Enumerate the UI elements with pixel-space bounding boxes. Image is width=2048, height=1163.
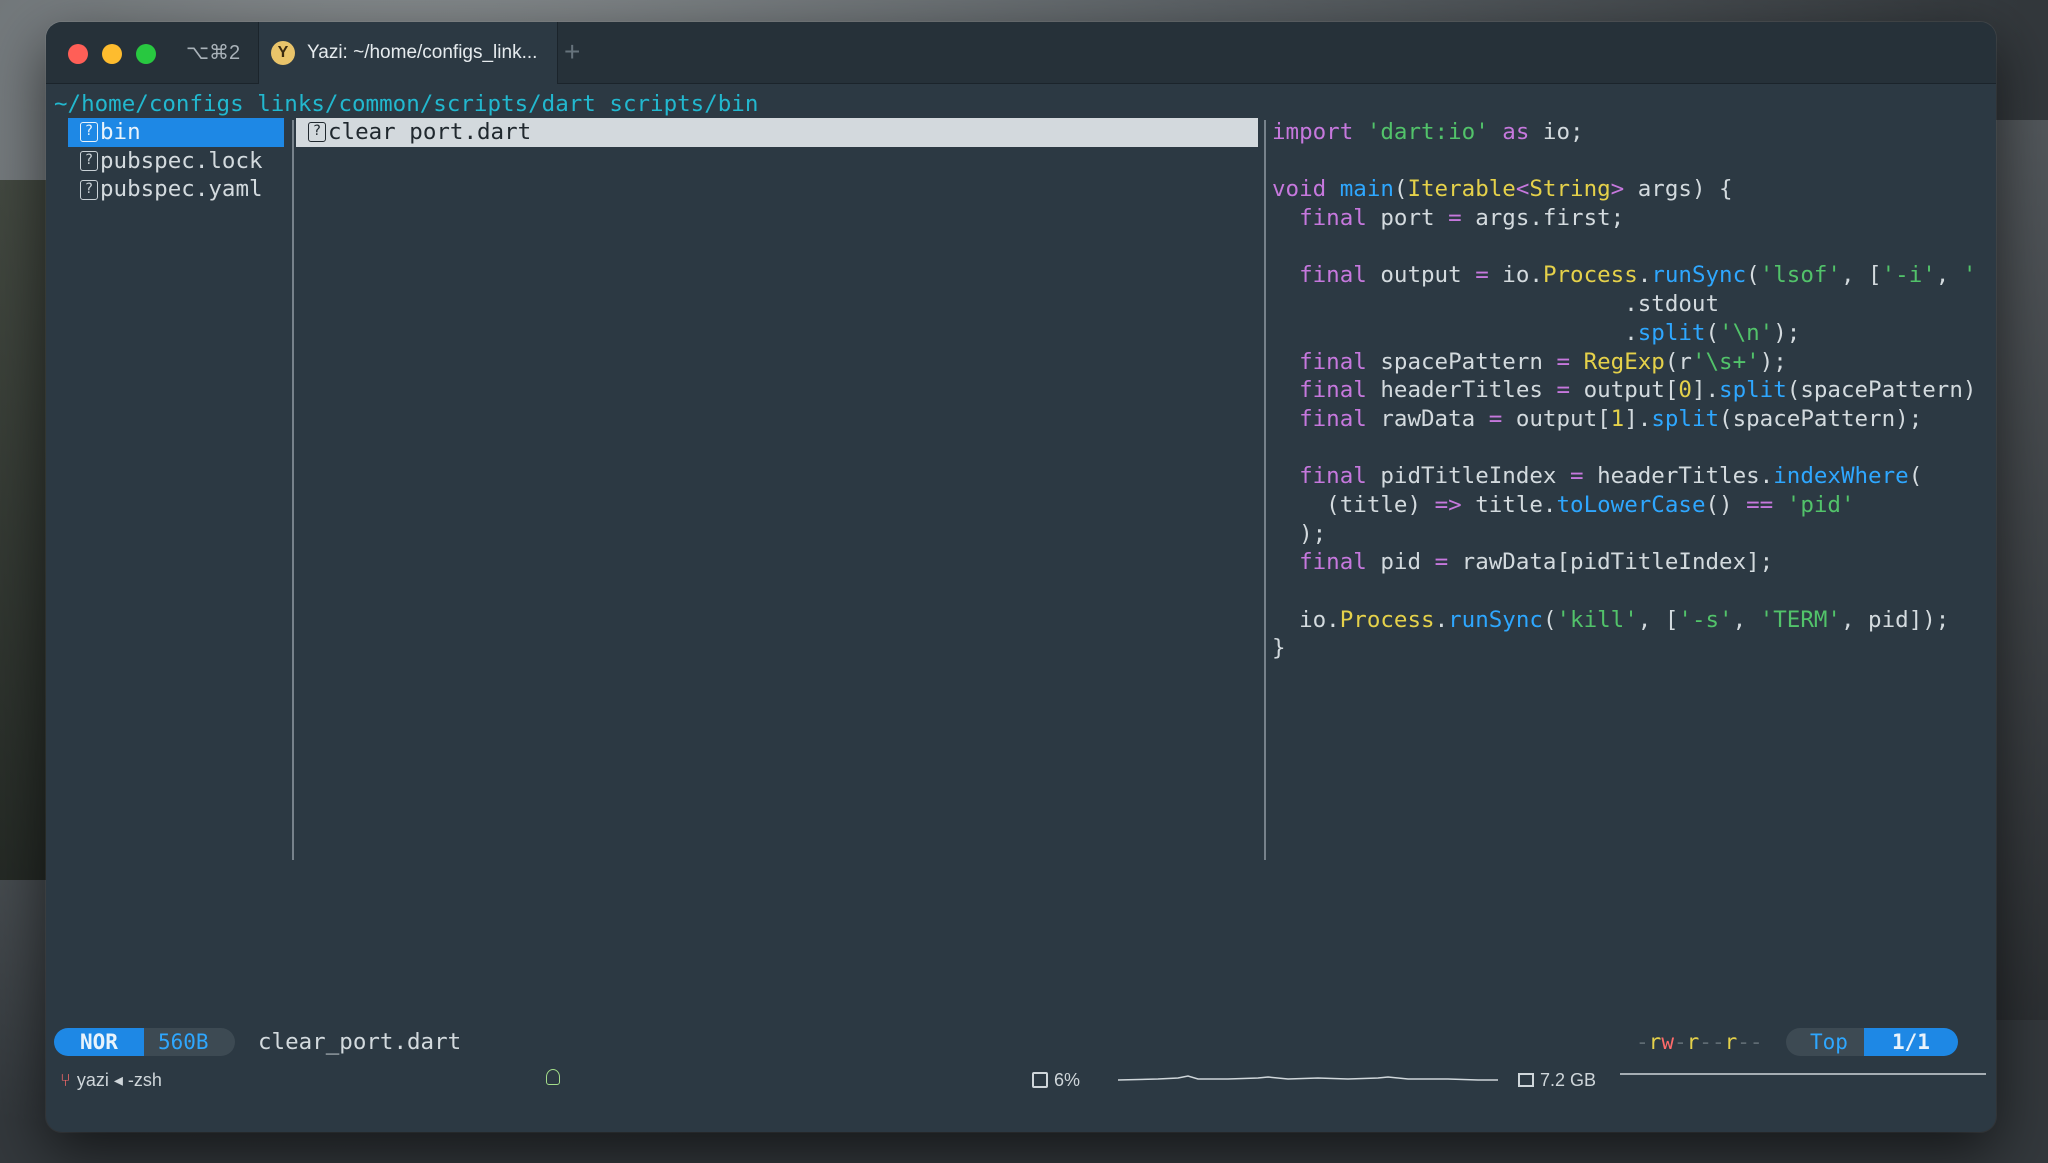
git-branch-icon: ⑂ (60, 1070, 71, 1090)
code-line: final pidTitleIndex = headerTitles.index… (1299, 463, 1923, 490)
minimize-traffic-light[interactable] (102, 44, 122, 64)
maximize-traffic-light[interactable] (136, 44, 156, 64)
unknown-file-icon: ? (80, 151, 98, 172)
unknown-file-icon: ? (80, 122, 98, 143)
memory-sparkline (1620, 1073, 1986, 1075)
file-name: clear port.dart (328, 119, 532, 145)
memory-icon (1518, 1073, 1534, 1088)
code-line: (title) => title.toLowerCase() == 'pid' (1272, 491, 1855, 518)
list-item[interactable]: ? pubspec.yaml (68, 175, 284, 204)
position-indicator: Top 1/1 (1786, 1028, 1958, 1056)
user-indicator (546, 1069, 560, 1085)
unknown-file-icon: ? (308, 122, 326, 143)
code-line: ); (1272, 520, 1327, 547)
cpu-icon (1032, 1072, 1048, 1089)
code-line: final rawData = output[1].split(spacePat… (1299, 405, 1923, 432)
terminal-window: ⌥⌘2 Y Yazi: ~/home/configs_link... + ~/h… (46, 22, 1996, 1132)
code-line: final port = args.first; (1299, 205, 1625, 232)
code-line: import 'dart:io' as io; (1272, 119, 1584, 145)
session-indicator: ⑂ yazi ◂ -zsh (60, 1066, 162, 1095)
status-filename: clear_port.dart (258, 1028, 462, 1055)
file-permissions: -rw-r--r-- (1636, 1029, 1763, 1054)
session-label: yazi ◂ -zsh (76, 1070, 162, 1090)
pane-divider (1264, 120, 1266, 860)
list-item[interactable]: ? clear port.dart (296, 118, 1258, 147)
file-preview-pane: import 'dart:io' as io; void main(Iterab… (1272, 118, 1992, 663)
current-directory-path: ~/home/configs links/common/scripts/dart… (54, 91, 759, 117)
code-line: void main(Iterable<String> args) { (1272, 176, 1733, 203)
code-line: final spacePattern = RegExp(r'\s+'); (1299, 348, 1787, 375)
tab-yazi[interactable]: Y Yazi: ~/home/configs_link... (258, 22, 558, 84)
file-name: pubspec.lock (100, 147, 263, 174)
yazi-icon: Y (271, 41, 295, 65)
titlebar: ⌥⌘2 Y Yazi: ~/home/configs_link... + (46, 22, 1996, 84)
tab-title: Yazi: ~/home/configs_link... (307, 42, 538, 63)
scroll-position: Top (1786, 1028, 1864, 1056)
cpu-usage: 6% (1054, 1070, 1081, 1090)
code-line: final pid = rawData[pidTitleIndex]; (1299, 549, 1774, 576)
code-line: .split('\n'); (1272, 319, 1801, 346)
close-traffic-light[interactable] (68, 44, 88, 64)
memory-usage: 7.2 GB (1540, 1070, 1597, 1090)
code-line: } (1272, 635, 1286, 662)
mode-label: NOR (54, 1028, 144, 1056)
parent-directory-pane: ? bin ? pubspec.lock ? pubspec.yaml (68, 118, 284, 204)
file-name: pubspec.yaml (100, 176, 263, 203)
file-size: 560B (143, 1028, 235, 1056)
user-icon (546, 1069, 560, 1085)
terminal-content[interactable]: ~/home/configs links/common/scripts/dart… (46, 84, 1996, 1132)
memory-indicator: 7.2 GB (1518, 1066, 1596, 1095)
code-line: final output = io.Process.runSync('lsof'… (1299, 262, 1977, 289)
code-line: io.Process.runSync('kill', ['-s', 'TERM'… (1272, 606, 1950, 633)
file-name: bin (100, 119, 141, 145)
code-line: final headerTitles = output[0].split(spa… (1299, 377, 1977, 404)
item-count: 1/1 (1863, 1028, 1958, 1056)
unknown-file-icon: ? (80, 179, 98, 200)
current-directory-pane: ? clear port.dart (296, 118, 1258, 147)
code-line: .stdout (1272, 291, 1720, 318)
list-item[interactable]: ? bin (68, 118, 284, 147)
pane-divider (292, 120, 294, 860)
mode-indicator: NOR 560B (54, 1028, 235, 1056)
tab-shortcut: ⌥⌘2 (186, 42, 241, 64)
cpu-sparkline (1118, 1075, 1498, 1081)
cpu-indicator: 6% (1032, 1066, 1080, 1095)
list-item[interactable]: ? pubspec.lock (68, 147, 284, 176)
tmux-status-bar: ⑂ yazi ◂ -zsh 6% 7.2 GB (46, 1062, 1996, 1094)
new-tab-button[interactable]: + (564, 36, 580, 68)
